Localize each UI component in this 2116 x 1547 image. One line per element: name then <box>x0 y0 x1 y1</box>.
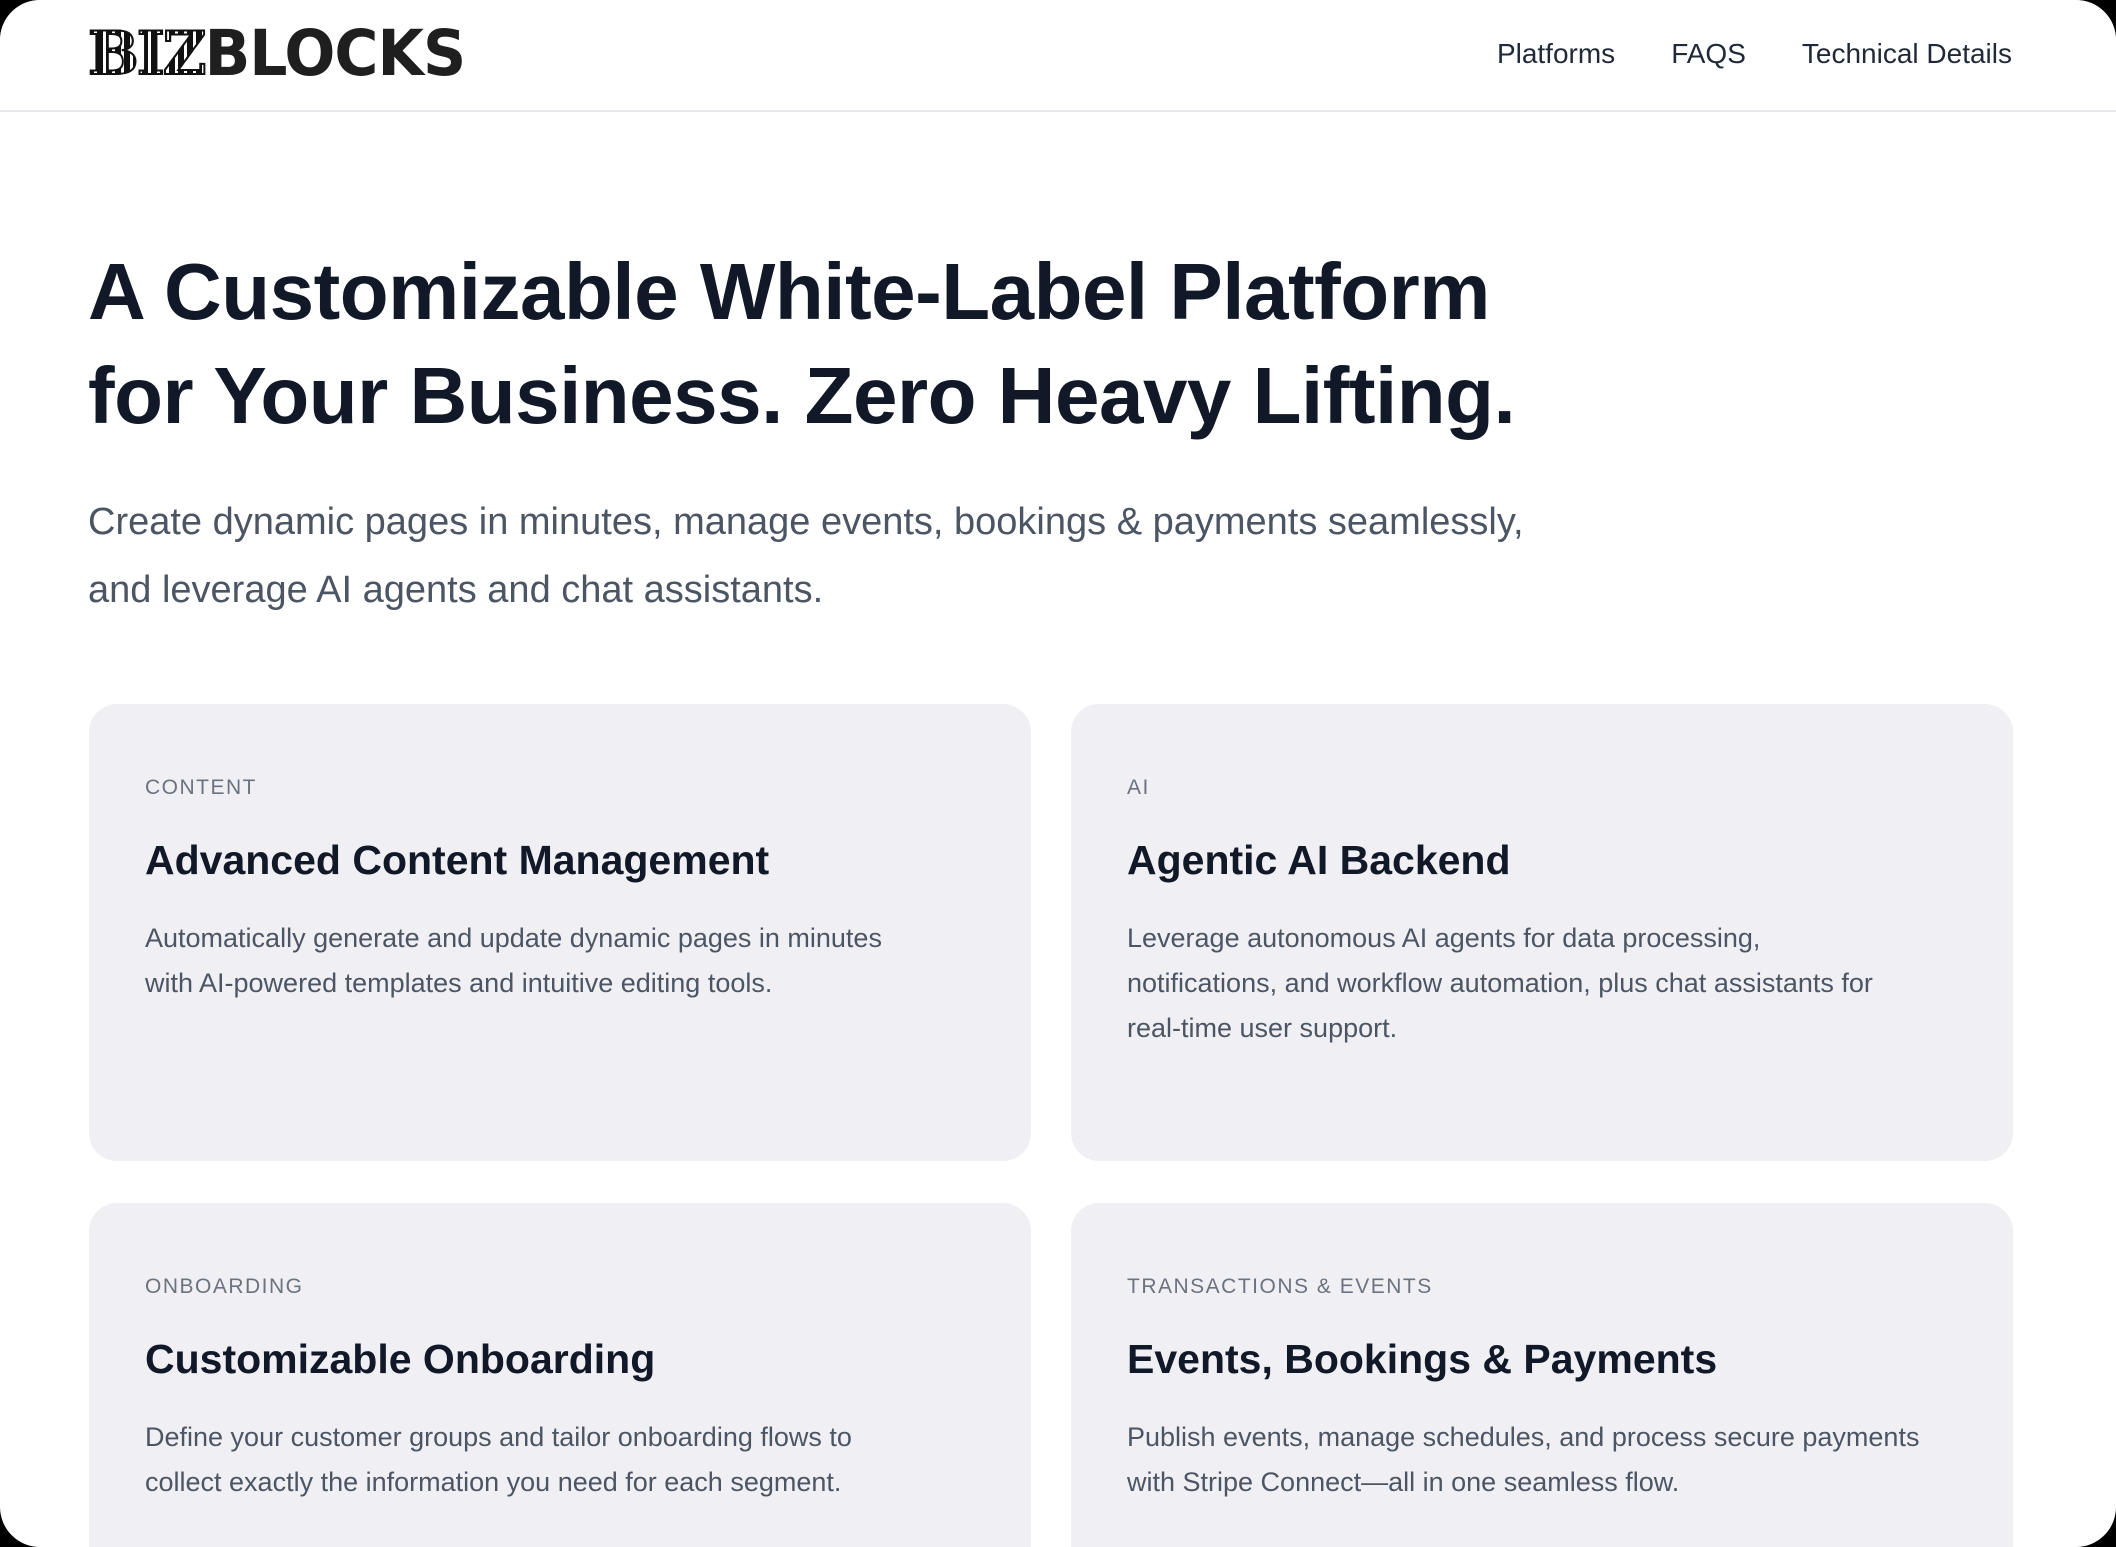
top-navbar: BIZ BLOCKS Platforms FAQS Technical Detai… <box>0 0 2116 112</box>
hero-subtitle-line-1: Create dynamic pages in minutes, manage … <box>88 501 1524 543</box>
feature-desc-line: with Stripe Connect—all in one seamless … <box>1127 1467 1680 1497</box>
feature-desc-line: with AI-powered templates and intuitive … <box>145 968 773 998</box>
nav-link-faqs[interactable]: FAQS <box>1671 36 1746 72</box>
feature-description: Leverage autonomous AI agents for data p… <box>1127 916 1967 1051</box>
feature-title: Events, Bookings & Payments <box>1127 1336 1718 1382</box>
feature-description: Define your customer groups and tailor o… <box>145 1415 985 1505</box>
feature-card-onboarding: ONBOARDING Customizable Onboarding Defin… <box>89 1203 1031 1547</box>
feature-card-content: CONTENT Advanced Content Management Auto… <box>89 704 1031 1161</box>
hero-subtitle-line-2: and leverage AI agents and chat assistan… <box>88 569 824 611</box>
feature-description: Automatically generate and update dynami… <box>145 916 985 1006</box>
feature-desc-line: Leverage autonomous AI agents for data p… <box>1127 923 1761 953</box>
feature-card-ai: AI Agentic AI Backend Leverage autonomou… <box>1071 704 2013 1161</box>
hero-subtitle: Create dynamic pages in minutes, manage … <box>88 488 1728 624</box>
feature-title: Agentic AI Backend <box>1127 837 1511 883</box>
feature-description: Publish events, manage schedules, and pr… <box>1127 1415 1967 1505</box>
nav-link-technical-details[interactable]: Technical Details <box>1802 36 2012 72</box>
feature-card-transactions-events: TRANSACTIONS & EVENTS Events, Bookings &… <box>1071 1203 2013 1547</box>
feature-desc-line: collect exactly the information you need… <box>145 1467 842 1497</box>
feature-desc-line: real-time user support. <box>1127 1013 1398 1043</box>
feature-tag: CONTENT <box>145 776 257 799</box>
feature-tag: TRANSACTIONS & EVENTS <box>1127 1275 1433 1298</box>
feature-tag: AI <box>1127 776 1150 799</box>
feature-title: Advanced Content Management <box>145 837 770 883</box>
logo-biz-text: BIZ <box>87 19 208 89</box>
main-nav: Platforms FAQS Technical Details <box>1497 36 2012 72</box>
hero-title-line-2: for Your Business. Zero Heavy Lifting. <box>88 351 1516 440</box>
feature-desc-line: Define your customer groups and tailor o… <box>145 1422 852 1452</box>
browser-window: BIZ BLOCKS Platforms FAQS Technical Detai… <box>0 0 2116 1547</box>
feature-desc-line: notifications, and workflow automation, … <box>1127 968 1873 998</box>
hero-title-line-1: A Customizable White-Label Platform <box>88 247 1490 336</box>
hero-title: A Customizable White-Label Platform for … <box>88 240 1688 448</box>
bizblocks-logo[interactable]: BIZ BLOCKS <box>87 17 467 91</box>
feature-desc-line: Publish events, manage schedules, and pr… <box>1127 1422 1920 1452</box>
feature-title: Customizable Onboarding <box>145 1336 656 1382</box>
logo-blocks-text: BLOCKS <box>204 17 467 91</box>
feature-desc-line: Automatically generate and update dynami… <box>145 923 882 953</box>
nav-link-platforms[interactable]: Platforms <box>1497 36 1615 72</box>
feature-tag: ONBOARDING <box>145 1275 304 1298</box>
